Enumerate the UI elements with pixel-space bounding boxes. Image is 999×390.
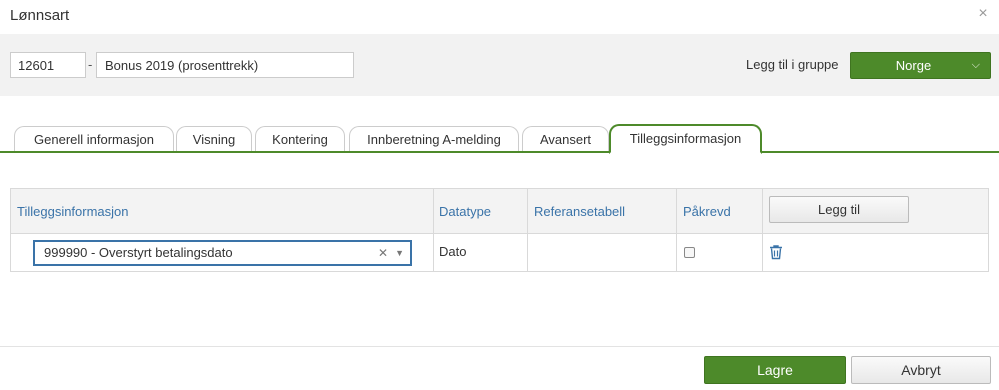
tab-kontering[interactable]: Kontering (255, 126, 345, 153)
tab-innberetning-a-melding[interactable]: Innberetning A-melding (349, 126, 519, 153)
name-field[interactable] (96, 52, 354, 78)
tab-visning[interactable]: Visning (176, 126, 252, 153)
code-field[interactable] (10, 52, 86, 78)
table-header: Tilleggsinformasjon Datatype Referanseta… (11, 189, 988, 234)
cancel-button[interactable]: Avbryt (851, 356, 991, 384)
code-separator: - (88, 57, 93, 72)
save-button[interactable]: Lagre (704, 356, 846, 384)
column-header-datatype[interactable]: Datatype (433, 189, 491, 234)
group-button-label: Norge (895, 58, 932, 73)
header-band: - Legg til i gruppe Norge ⌵ (0, 34, 999, 96)
dialog-title: Lønnsart (10, 7, 70, 24)
required-checkbox[interactable] (684, 247, 695, 258)
chevron-down-icon[interactable]: ▼ (395, 242, 404, 264)
table-row: 999990 - Overstyrt betalingsdato ✕ ▼ Dat… (11, 234, 988, 271)
close-icon[interactable]: × (973, 4, 993, 24)
column-header-referansetabell[interactable]: Referansetabell (528, 189, 625, 234)
column-header-pakrevd[interactable]: Påkrevd (677, 189, 731, 234)
info-select-value: 999990 - Overstyrt betalingsdato (44, 245, 233, 260)
tab-tilleggsinformasjon[interactable]: Tilleggsinformasjon (609, 124, 762, 154)
chevron-down-icon: ⌵ (971, 59, 980, 71)
tab-avansert[interactable]: Avansert (522, 126, 609, 153)
tab-underline (0, 151, 999, 153)
group-label: Legg til i gruppe (746, 57, 839, 72)
info-select[interactable]: 999990 - Overstyrt betalingsdato ✕ ▼ (33, 240, 412, 266)
footer-divider (0, 346, 999, 347)
add-row-button[interactable]: Legg til (769, 196, 909, 223)
tab-generell-informasjon[interactable]: Generell informasjon (14, 126, 174, 153)
datatype-cell: Dato (439, 244, 467, 259)
column-header-tilleggsinformasjon[interactable]: Tilleggsinformasjon (11, 189, 129, 234)
clear-icon[interactable]: ✕ (378, 242, 388, 264)
trash-icon[interactable] (768, 244, 784, 260)
group-dropdown-button[interactable]: Norge ⌵ (850, 52, 991, 79)
info-table: Tilleggsinformasjon Datatype Referanseta… (10, 188, 989, 272)
dialog-titlebar: Lønnsart × (0, 0, 999, 34)
tab-bar: Generell informasjon Visning Kontering I… (0, 122, 999, 154)
